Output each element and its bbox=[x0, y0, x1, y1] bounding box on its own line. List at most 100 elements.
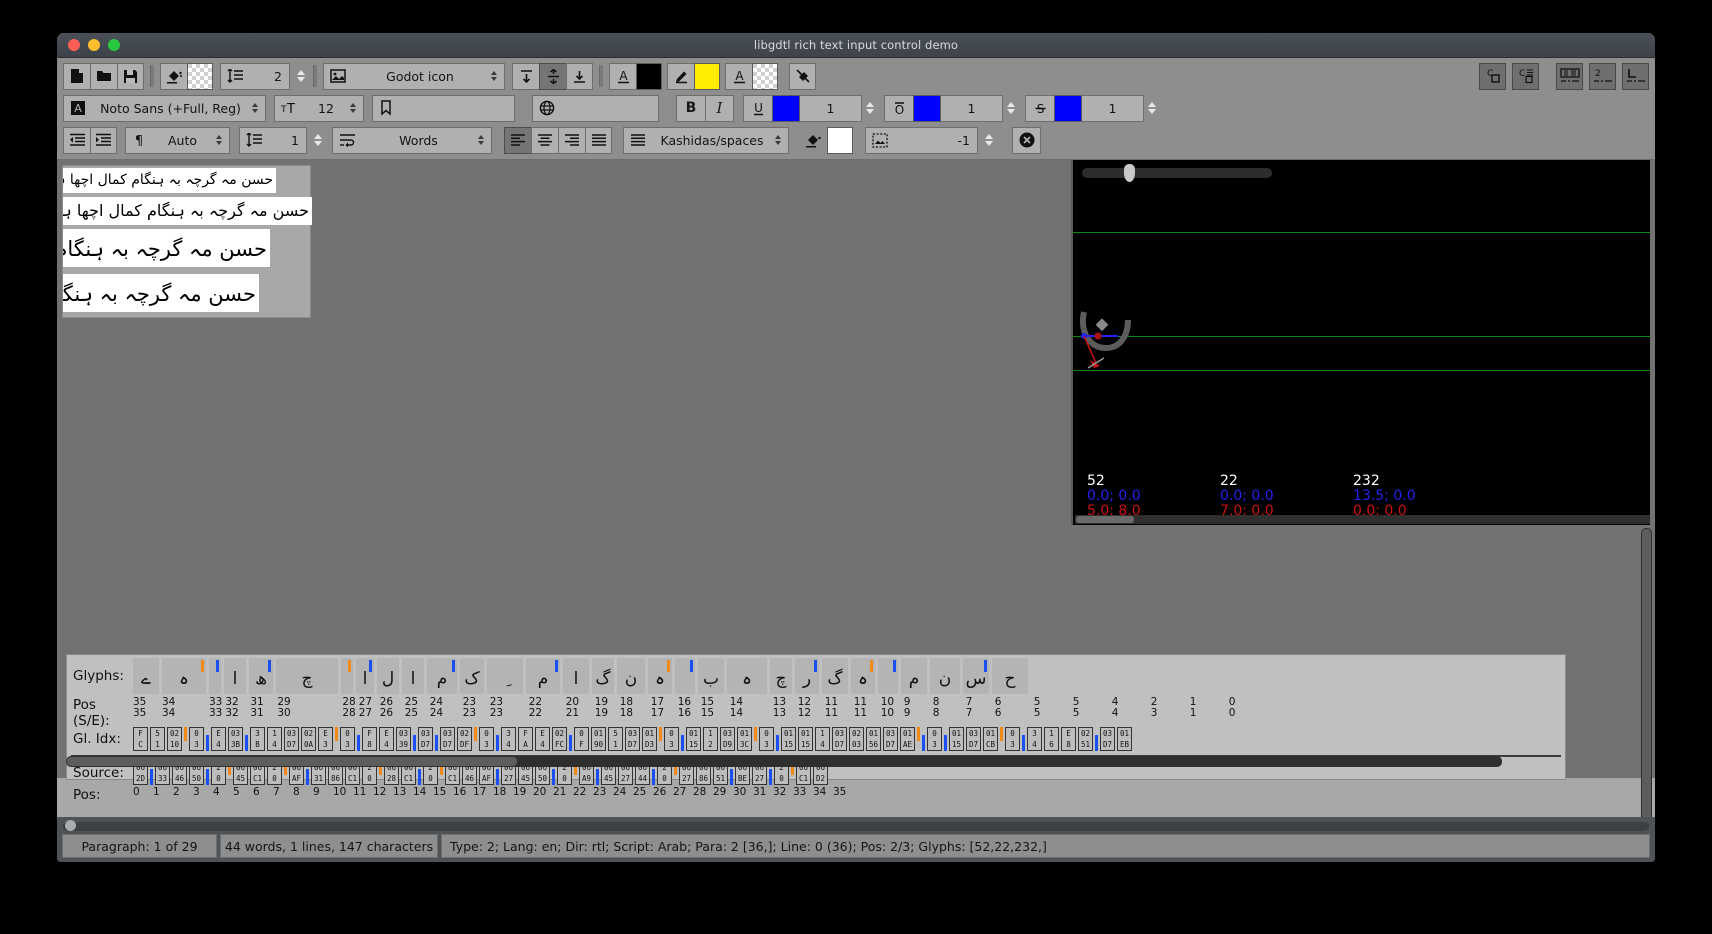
slider-knob[interactable] bbox=[65, 820, 76, 831]
tab-stop-3-button[interactable] bbox=[1622, 62, 1649, 90]
gl-idx-cell[interactable]: 03 bbox=[479, 727, 494, 751]
chevron-updown-icon[interactable] bbox=[488, 71, 500, 81]
glyph-cell[interactable]: ل bbox=[377, 658, 399, 694]
scrollbar-thumb[interactable] bbox=[1076, 516, 1134, 523]
glyph-cell[interactable]: ح bbox=[992, 658, 1028, 694]
window-controls[interactable] bbox=[68, 39, 120, 51]
glyph-cell[interactable]: گ bbox=[822, 658, 848, 694]
gl-idx-cell[interactable]: 16 bbox=[1044, 727, 1059, 751]
valign-top-button[interactable] bbox=[512, 62, 539, 90]
glyph-cell[interactable]: ھ bbox=[249, 658, 273, 694]
gl-idx-cell[interactable]: 3B bbox=[250, 727, 265, 751]
gl-idx-cell[interactable]: 03 bbox=[927, 727, 942, 751]
glyph-cell[interactable]: چ bbox=[276, 658, 338, 694]
glyph-cell[interactable]: ب bbox=[698, 658, 724, 694]
gl-idx-strip[interactable]: F C 5 1 02 10 0 3 E 4 03 3B 3 B 1 4 03 D7 02 0A E 3 0 3 F 8 E 4 03 39… bbox=[133, 727, 1132, 751]
background-color-control[interactable]: A bbox=[725, 62, 778, 90]
fill-color-swatch[interactable] bbox=[187, 62, 213, 90]
font-color-control[interactable]: A bbox=[609, 62, 662, 90]
font-family-field[interactable]: A Noto Sans (+Full, Reg) bbox=[63, 94, 266, 122]
content-vscrollbar[interactable] bbox=[1641, 528, 1652, 846]
maximize-button[interactable] bbox=[108, 39, 120, 51]
new-file-button[interactable] bbox=[63, 62, 90, 90]
bg-fill-swatch[interactable] bbox=[827, 126, 853, 154]
gl-idx-cell[interactable]: E4 bbox=[379, 727, 394, 751]
glyph-cell[interactable]: ہ bbox=[727, 658, 767, 694]
gl-idx-cell[interactable]: 03 bbox=[759, 727, 774, 751]
glyph-strip[interactable]: ےہاھچالامکِماگنہبہچرگہمنسح bbox=[133, 658, 1028, 694]
wrap-mode-field[interactable]: Words bbox=[332, 126, 492, 154]
glyph-cell[interactable]: ن bbox=[617, 658, 645, 694]
gl-idx-cell[interactable]: E4 bbox=[535, 727, 550, 751]
tab-stop-2-button[interactable]: 2 bbox=[1589, 62, 1616, 90]
gl-idx-cell[interactable]: 03 D7 bbox=[418, 727, 433, 751]
glyph-cell[interactable]: م bbox=[526, 658, 560, 694]
gl-idx-cell[interactable]: 34 bbox=[501, 727, 516, 751]
align-left-button[interactable] bbox=[504, 126, 531, 154]
strikethrough-color-swatch[interactable] bbox=[1054, 94, 1082, 122]
gl-idx-cell[interactable]: 14 bbox=[815, 727, 830, 751]
clear-format-button[interactable] bbox=[1012, 126, 1041, 154]
minimize-button[interactable] bbox=[88, 39, 100, 51]
glyph-cell[interactable]: ا bbox=[356, 658, 374, 694]
overline-width-stepper[interactable] bbox=[1004, 95, 1017, 122]
gl-idx-cell[interactable]: 01 15 bbox=[798, 727, 813, 751]
bold-button[interactable]: B bbox=[676, 94, 705, 122]
scrollbar-thumb[interactable] bbox=[67, 757, 517, 766]
gl-idx-cell[interactable]: 03 bbox=[664, 727, 679, 751]
tab-spacing-stepper[interactable] bbox=[311, 134, 324, 146]
glyph-cell[interactable] bbox=[878, 658, 898, 694]
underline-width-field[interactable]: 1 bbox=[800, 94, 862, 122]
outline-color-swatch[interactable] bbox=[694, 62, 720, 90]
content-hscrollbar[interactable] bbox=[66, 756, 1502, 767]
font-size-field[interactable]: TT 12 bbox=[274, 94, 364, 122]
gl-idx-cell[interactable]: 02 DF bbox=[457, 727, 472, 751]
gl-idx-cell[interactable]: 0F bbox=[574, 727, 589, 751]
gl-idx-cell[interactable]: E3 bbox=[318, 727, 333, 751]
gl-idx-cell[interactable]: 02 0A bbox=[301, 727, 316, 751]
underline-button[interactable]: U bbox=[743, 94, 772, 122]
gl-idx-cell[interactable]: 01 EB bbox=[1117, 727, 1132, 751]
gl-idx-cell[interactable]: 03 D7 bbox=[1100, 727, 1115, 751]
line-spacing-stepper[interactable] bbox=[294, 70, 307, 82]
gl-idx-cell[interactable]: 03 D7 bbox=[883, 727, 898, 751]
gl-idx-cell[interactable]: 01 AE bbox=[900, 727, 915, 751]
no-color-button[interactable] bbox=[789, 62, 816, 90]
align-center-button[interactable] bbox=[531, 126, 558, 154]
font-fill-color-control[interactable] bbox=[160, 62, 213, 90]
gl-idx-cell[interactable]: 03 D7 bbox=[284, 727, 299, 751]
glyph-cell[interactable]: ے bbox=[133, 658, 159, 694]
gl-idx-cell[interactable]: 01 CB bbox=[983, 727, 998, 751]
overline-width-field[interactable]: 1 bbox=[941, 94, 1003, 122]
gl-idx-cell[interactable]: 34 bbox=[1027, 727, 1042, 751]
paint-bucket-button[interactable] bbox=[160, 62, 187, 90]
glyph-cell[interactable]: ہ bbox=[648, 658, 672, 694]
glyph-cell[interactable]: ہ bbox=[162, 658, 206, 694]
gl-idx-cell[interactable]: 03 D7 bbox=[440, 727, 455, 751]
gl-idx-cell[interactable]: 14 bbox=[267, 727, 282, 751]
gl-idx-cell[interactable]: 03 D7 bbox=[966, 727, 981, 751]
strikethrough-width-field[interactable]: 1 bbox=[1082, 94, 1144, 122]
glyph-cell[interactable]: ہ bbox=[851, 658, 875, 694]
bookmark-field[interactable] bbox=[372, 94, 515, 122]
bg-paint-bucket-button[interactable] bbox=[800, 127, 827, 154]
glyph-cell[interactable]: ک bbox=[460, 658, 484, 694]
editor-line-2[interactable]: حسن مہ گرچہ بہ ہنگام کمال اچھا ہے bbox=[63, 197, 312, 225]
gl-idx-cell[interactable]: 03 3B bbox=[228, 727, 243, 751]
glyph-cell[interactable]: م bbox=[901, 658, 927, 694]
chevron-updown-icon[interactable] bbox=[475, 135, 487, 145]
glyph-cell[interactable]: ا bbox=[224, 658, 246, 694]
background-color-swatch[interactable] bbox=[752, 62, 778, 90]
gl-idx-cell[interactable]: 03 D9 bbox=[720, 727, 735, 751]
background-fill-control[interactable] bbox=[800, 126, 853, 154]
indent-decrease-button[interactable] bbox=[63, 126, 90, 154]
valign-center-button[interactable] bbox=[539, 62, 566, 90]
glyph-cell[interactable]: ن bbox=[930, 658, 960, 694]
glyph-cell[interactable]: ا bbox=[563, 658, 589, 694]
font-color-button[interactable]: A bbox=[609, 62, 636, 90]
gl-idx-cell[interactable]: 03 bbox=[340, 727, 355, 751]
scrollbar-thumb[interactable] bbox=[1642, 529, 1651, 834]
gl-idx-cell[interactable]: 03 bbox=[1005, 727, 1020, 751]
tab-stop-1-button[interactable] bbox=[1556, 62, 1583, 90]
glyph-cell[interactable]: س bbox=[963, 658, 989, 694]
